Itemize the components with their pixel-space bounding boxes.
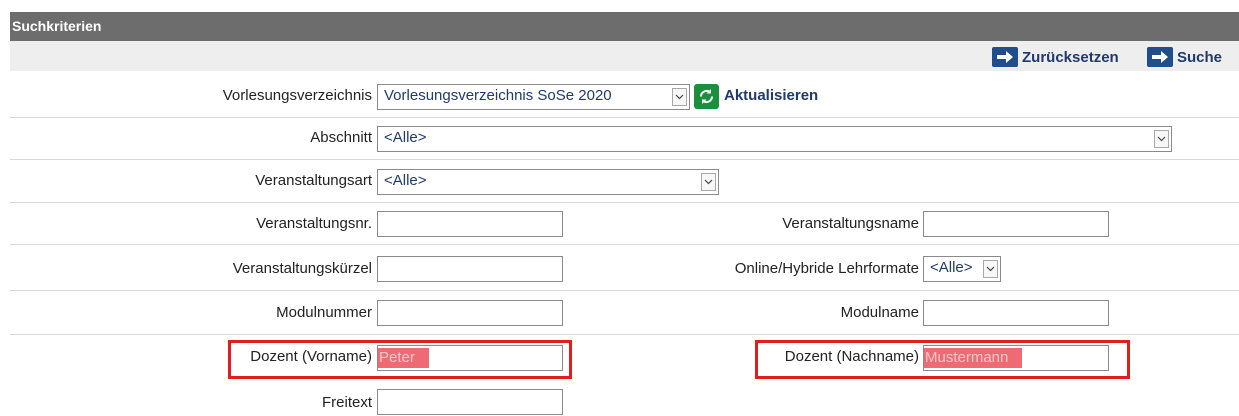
- reset-label: Zurücksetzen: [1022, 48, 1119, 66]
- dozent-nachname-input[interactable]: Mustermann: [923, 345, 1109, 371]
- divider: [10, 117, 1239, 118]
- divider: [10, 159, 1239, 160]
- veranstaltungskuerzel-label: Veranstaltungskürzel: [232, 260, 372, 277]
- veranstaltungsnr-input[interactable]: [377, 211, 563, 237]
- arrow-right-icon: [992, 47, 1018, 67]
- abschnitt-select[interactable]: <Alle>: [377, 126, 1172, 152]
- chevron-down-icon: [1154, 130, 1169, 148]
- divider: [10, 290, 1239, 291]
- dozent-vorname-label: Dozent (Vorname): [250, 348, 372, 365]
- lehrformate-select[interactable]: <Alle>: [923, 256, 1001, 282]
- search-label: Suche: [1177, 48, 1223, 66]
- action-bar: Zurücksetzen Suche: [10, 41, 1239, 71]
- veranstaltungskuerzel-input[interactable]: [377, 256, 563, 282]
- section-header: Suchkriterien: [10, 12, 1239, 41]
- vorlesungsverzeichnis-value: Vorlesungsverzeichnis SoSe 2020: [384, 87, 612, 104]
- modulname-input[interactable]: [923, 300, 1109, 326]
- divider: [10, 202, 1239, 203]
- dozent-nachname-label: Dozent (Nachname): [784, 348, 919, 365]
- veranstaltungsnr-label: Veranstaltungsnr.: [256, 215, 372, 232]
- lehrformate-label: Online/Hybride Lehrformate: [734, 260, 919, 277]
- modulnummer-input[interactable]: [377, 300, 563, 326]
- modulname-label: Modulname: [840, 304, 919, 321]
- divider: [10, 244, 1239, 245]
- lehrformate-value: <Alle>: [930, 259, 973, 276]
- arrow-right-icon: [1147, 47, 1173, 67]
- reset-button[interactable]: Zurücksetzen: [992, 47, 1119, 67]
- refresh-link[interactable]: Aktualisieren: [724, 86, 818, 106]
- chevron-down-icon: [672, 88, 687, 106]
- veranstaltungsname-input[interactable]: [923, 211, 1109, 237]
- dozent-vorname-input[interactable]: Peter: [377, 345, 563, 371]
- dozent-nachname-value: Mustermann: [924, 348, 1023, 368]
- search-button[interactable]: Suche: [1147, 47, 1222, 67]
- dozent-vorname-value: Peter: [378, 348, 429, 368]
- veranstaltungsart-value: <Alle>: [384, 172, 427, 189]
- freitext-label: Freitext: [321, 394, 372, 411]
- abschnitt-value: <Alle>: [384, 129, 427, 146]
- freitext-input[interactable]: [377, 389, 563, 415]
- veranstaltungsart-label: Veranstaltungsart: [255, 172, 372, 189]
- section-title: Suchkriterien: [12, 18, 102, 34]
- chevron-down-icon: [983, 260, 998, 278]
- refresh-icon[interactable]: [694, 84, 719, 109]
- modulnummer-label: Modulnummer: [276, 304, 372, 321]
- chevron-down-icon: [701, 173, 716, 191]
- abschnitt-label: Abschnitt: [310, 129, 372, 146]
- vorlesungsverzeichnis-select[interactable]: Vorlesungsverzeichnis SoSe 2020: [377, 84, 690, 110]
- divider: [10, 334, 1239, 335]
- veranstaltungsname-label: Veranstaltungsname: [782, 215, 919, 232]
- veranstaltungsart-select[interactable]: <Alle>: [377, 169, 719, 195]
- vorlesungsverzeichnis-label: Vorlesungsverzeichnis: [222, 87, 372, 104]
